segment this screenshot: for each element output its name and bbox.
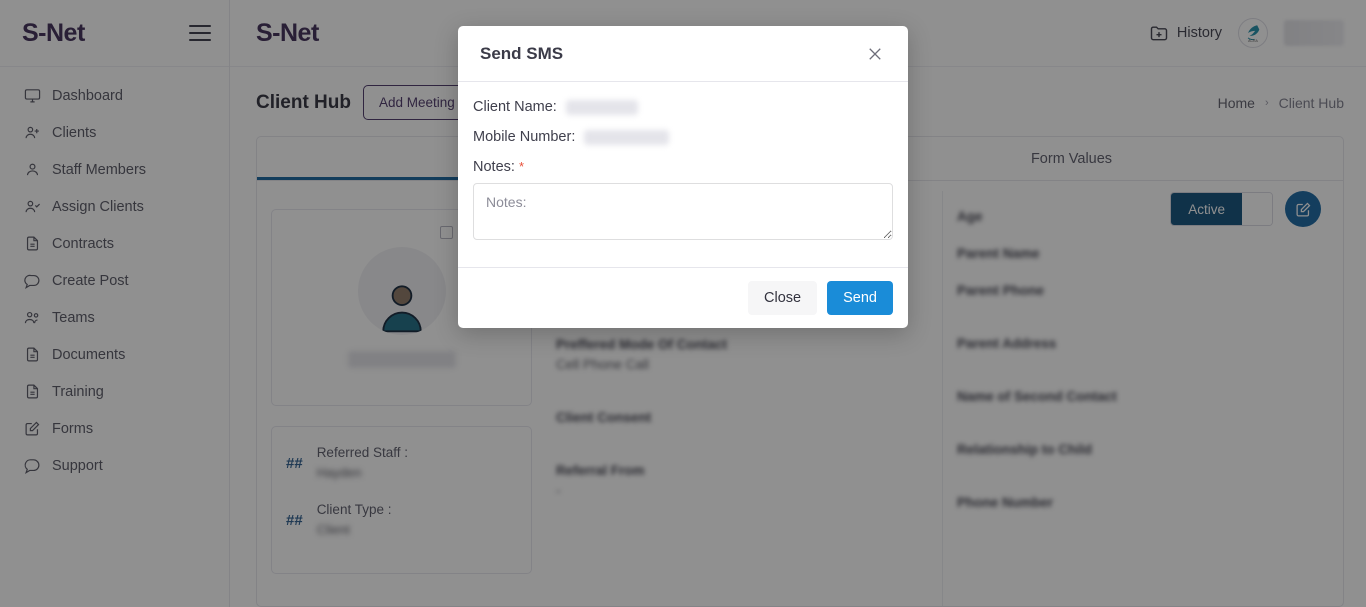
modal-title: Send SMS [480, 44, 564, 63]
client-name-value-redacted [565, 99, 638, 115]
send-sms-modal: Send SMS Client Name: Mobile Number: Not… [458, 26, 908, 328]
mobile-number-field: Mobile Number: [473, 129, 893, 145]
close-icon[interactable] [864, 43, 886, 65]
close-button[interactable]: Close [748, 281, 818, 315]
mobile-number-value-redacted [584, 129, 670, 145]
mobile-number-label: Mobile Number: [473, 129, 576, 145]
notes-input[interactable] [473, 183, 893, 240]
send-button[interactable]: Send [827, 281, 893, 315]
modal-body: Client Name: Mobile Number: Notes: * [458, 82, 908, 267]
modal-footer: Close Send [458, 267, 908, 328]
client-name-field: Client Name: [473, 99, 893, 115]
notes-label: Notes: * [473, 159, 893, 175]
client-name-label: Client Name: [473, 99, 557, 115]
required-asterisk: * [518, 159, 525, 174]
modal-header: Send SMS [458, 26, 908, 82]
notes-label-text: Notes: [473, 159, 515, 175]
app-root: S-Net Dashboard Clients Staff Members As… [0, 0, 1366, 607]
